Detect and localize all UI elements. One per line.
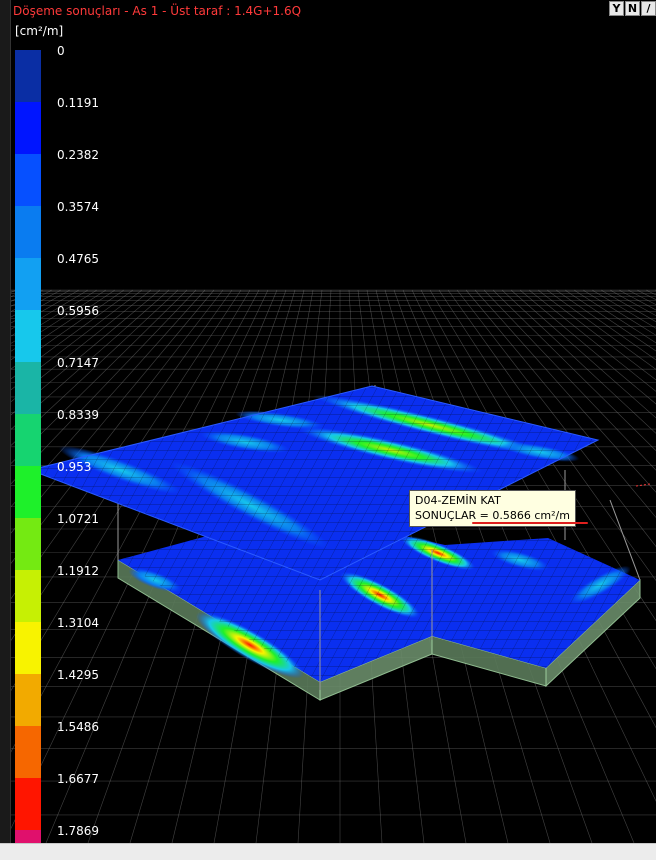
- legend-swatch: [15, 674, 41, 726]
- legend-label: 1.3104: [57, 616, 99, 630]
- grid-line: [645, 289, 656, 296]
- legend-label: 0.3574: [57, 200, 99, 214]
- status-bar: [0, 843, 656, 860]
- legend-label: 0.1191: [57, 96, 99, 110]
- grid-line: [627, 289, 656, 306]
- legend-swatch: [15, 50, 41, 102]
- legend-swatch: [15, 466, 41, 518]
- highlight-underline: [472, 522, 588, 524]
- legend-label: 1.0721: [57, 512, 99, 526]
- legend-swatch: [15, 102, 41, 154]
- window-title: Döşeme sonuçları - As 1 - Üst taraf : 1.…: [13, 4, 302, 18]
- legend-label: 0.953: [57, 460, 92, 474]
- north-icon[interactable]: N: [625, 1, 640, 16]
- tooltip-result-value: SONUÇLAR = 0.5866 cm²/m: [415, 509, 570, 522]
- view-toolbar: Y N /: [609, 1, 656, 16]
- filter-icon[interactable]: Y: [609, 1, 624, 16]
- legend-swatch: [15, 206, 41, 258]
- 3d-viewport[interactable]: Döşeme sonuçları - As 1 - Üst taraf : 1.…: [0, 0, 656, 843]
- legend-label: 0.8339: [57, 408, 99, 422]
- legend-label: 1.6677: [57, 772, 99, 786]
- legend-swatch: [15, 518, 41, 570]
- legend-swatch: [15, 622, 41, 674]
- legend-swatch: [15, 414, 41, 466]
- legend-label: 0.2382: [57, 148, 99, 162]
- legend-label: 0.4765: [57, 252, 99, 266]
- legend-swatch: [15, 258, 41, 310]
- legend-label: 1.4295: [57, 668, 99, 682]
- legend-unit: [cm²/m]: [15, 24, 64, 38]
- left-frame: [0, 0, 11, 843]
- result-tooltip: D04-ZEMİN KAT SONUÇLAR = 0.5866 cm²/m: [409, 490, 588, 527]
- legend-label: 0.7147: [57, 356, 99, 370]
- legend-swatch: [15, 310, 41, 362]
- slash-icon[interactable]: /: [641, 1, 656, 16]
- legend-swatch: [15, 154, 41, 206]
- legend-label: 0.5956: [57, 304, 99, 318]
- legend-swatch: [15, 726, 41, 778]
- legend-label: 1.5486: [57, 720, 99, 734]
- tooltip-slab-name: D04-ZEMİN KAT: [415, 494, 501, 507]
- legend-swatch: [15, 362, 41, 414]
- legend-label: 0: [57, 44, 65, 58]
- legend-swatch: [15, 778, 41, 830]
- legend-label: 1.1912: [57, 564, 99, 578]
- legend-swatch: [15, 830, 41, 843]
- legend-label: 1.7869: [57, 824, 99, 838]
- legend-swatch: [15, 570, 41, 622]
